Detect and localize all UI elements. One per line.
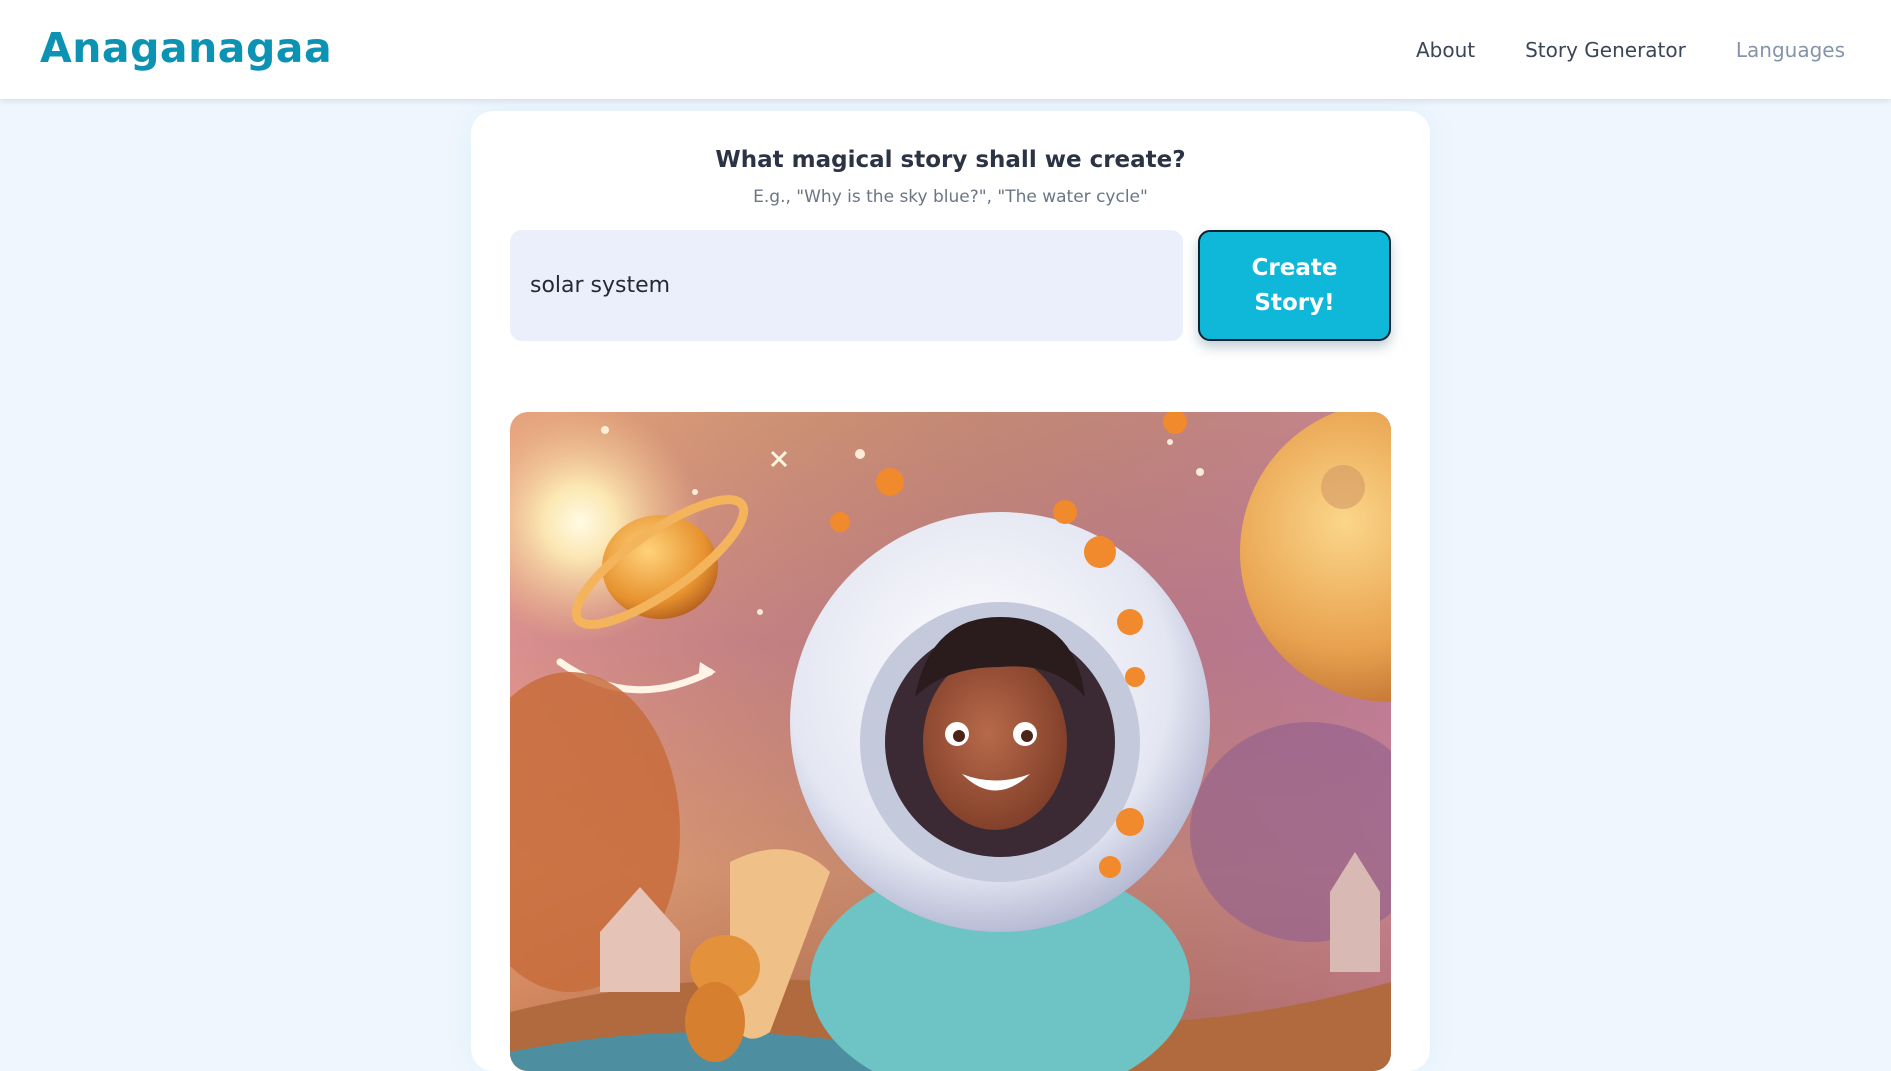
site-logo[interactable]: Anaganagaa: [40, 20, 332, 76]
story-illustration: [510, 412, 1391, 1071]
nav-link-story-generator[interactable]: Story Generator: [1525, 38, 1686, 62]
story-generator-card: What magical story shall we create? E.g.…: [471, 111, 1430, 1071]
nav-link-about[interactable]: About: [1416, 38, 1475, 62]
nav-link-languages[interactable]: Languages: [1736, 38, 1845, 62]
top-navbar: Anaganagaa About Story Generator Languag…: [0, 0, 1891, 99]
topic-input[interactable]: [510, 230, 1183, 341]
prompt-hint: E.g., "Why is the sky blue?", "The water…: [753, 187, 1148, 207]
nav-links: About Story Generator Languages: [1366, 0, 1845, 99]
create-story-button[interactable]: Create Story!: [1198, 230, 1391, 341]
prompt-title: What magical story shall we create?: [715, 147, 1186, 173]
